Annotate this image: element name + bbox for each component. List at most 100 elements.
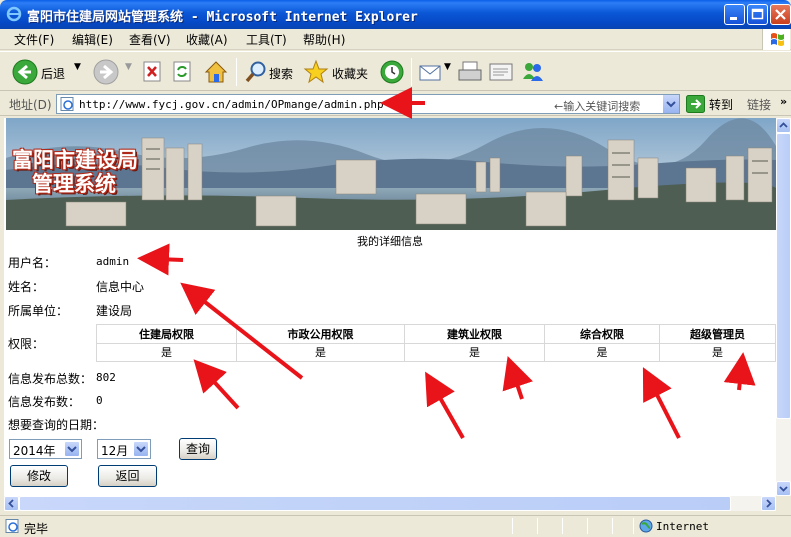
internet-zone-icon xyxy=(639,519,653,533)
permission-header: 住建局权限 xyxy=(96,324,237,344)
minimize-button[interactable] xyxy=(724,4,745,25)
page-icon xyxy=(60,97,74,111)
query-date-label: 想要查询的日期： xyxy=(8,418,105,432)
total-posts-value: 802 xyxy=(96,371,116,384)
permission-value: 是 xyxy=(96,342,237,362)
banner: 富阳市建设局 管理系统 xyxy=(6,118,776,230)
unit-label: 所属单位： xyxy=(8,304,69,318)
address-search-hint: ←输入关键词搜索 xyxy=(554,100,641,113)
menu-tools[interactable]: 工具(T) xyxy=(246,31,287,48)
permission-header: 建筑业权限 xyxy=(404,324,545,344)
address-bar: 地址(D) http://www.fycj.gov.cn/admin/OPman… xyxy=(0,92,791,116)
maximize-button[interactable] xyxy=(747,4,768,25)
username-label: 用户名： xyxy=(8,256,57,270)
edit-icon[interactable] xyxy=(488,61,514,83)
go-button[interactable]: 转到 xyxy=(709,96,733,113)
title-bar[interactable]: 富阳市住建局网站管理系统 - Microsoft Internet Explor… xyxy=(0,0,791,29)
menu-edit[interactable]: 编辑(E) xyxy=(72,31,113,48)
address-input[interactable]: http://www.fycj.gov.cn/admin/OPmange/adm… xyxy=(56,94,680,114)
menu-help[interactable]: 帮助(H) xyxy=(303,31,345,48)
back-button[interactable]: 后退 xyxy=(41,65,65,82)
banner-title-line2: 管理系统 xyxy=(32,171,116,196)
name-label: 姓名： xyxy=(8,280,45,294)
search-icon[interactable] xyxy=(244,60,268,84)
edit-button[interactable]: 修改 xyxy=(10,465,68,487)
favorites-star-icon[interactable] xyxy=(303,59,329,85)
page-done-icon xyxy=(5,519,19,533)
month-dropdown-icon[interactable] xyxy=(133,441,149,457)
permission-label: 权限： xyxy=(8,337,45,351)
status-text: 完毕 xyxy=(24,522,49,536)
section-title: 我的详细信息 xyxy=(357,235,423,248)
permission-header: 市政公用权限 xyxy=(236,324,405,344)
permission-value: 是 xyxy=(544,342,660,362)
posts-label: 信息发布数： xyxy=(8,395,81,409)
windows-logo-icon xyxy=(762,29,790,50)
vertical-scrollbar[interactable] xyxy=(776,118,791,496)
forward-arrow-icon[interactable] xyxy=(93,59,119,85)
month-select-value: 12月 xyxy=(101,444,129,458)
permission-table: 住建局权限 市政公用权限 建筑业权限 综合权限 超级管理员 是 是 是 是 是 xyxy=(96,324,776,362)
vertical-scroll-thumb[interactable] xyxy=(776,133,791,419)
address-dropdown-icon[interactable] xyxy=(662,95,679,113)
total-posts-label: 信息发布总数： xyxy=(8,372,93,386)
permission-value: 是 xyxy=(236,342,405,362)
stop-icon[interactable] xyxy=(143,61,163,83)
window-title: 富阳市住建局网站管理系统 - Microsoft Internet Explor… xyxy=(27,10,418,25)
permission-value: 是 xyxy=(404,342,545,362)
mail-dropdown-icon[interactable]: ▼ xyxy=(444,62,451,72)
ie-icon xyxy=(6,6,22,22)
go-arrow-icon[interactable] xyxy=(686,95,706,113)
mail-icon[interactable] xyxy=(418,60,444,84)
month-select[interactable]: 12月 xyxy=(97,439,151,459)
query-button[interactable]: 查询 xyxy=(179,438,217,460)
back-arrow-icon[interactable] xyxy=(12,59,38,85)
permission-value: 是 xyxy=(659,342,776,362)
history-icon[interactable] xyxy=(379,59,405,85)
menu-favorites[interactable]: 收藏(A) xyxy=(186,31,228,48)
scroll-down-icon[interactable] xyxy=(776,481,791,496)
favorites-button[interactable]: 收藏夹 xyxy=(332,65,368,82)
scroll-left-icon[interactable] xyxy=(4,496,19,511)
year-select-value: 2014年 xyxy=(13,444,56,458)
back-page-button[interactable]: 返回 xyxy=(98,465,157,487)
chevron-right-icon[interactable]: » xyxy=(780,95,787,108)
menu-bar: 文件(F) 编辑(E) 查看(V) 收藏(A) 工具(T) 帮助(H) xyxy=(0,29,791,50)
status-bar: 完毕 Internet xyxy=(0,515,791,536)
messenger-icon[interactable] xyxy=(520,59,546,85)
minimize-icon xyxy=(730,17,737,20)
banner-title-line1: 富阳市建设局 xyxy=(12,147,138,172)
refresh-icon[interactable] xyxy=(173,61,193,83)
scroll-up-icon[interactable] xyxy=(776,118,791,133)
page-viewport: 富阳市建设局 管理系统 我的详细信息 用户名： admin 姓名： 信息中心 所… xyxy=(4,118,776,496)
menu-file[interactable]: 文件(F) xyxy=(14,31,54,48)
unit-value: 建设局 xyxy=(96,304,133,318)
maximize-icon xyxy=(751,8,764,20)
print-icon[interactable] xyxy=(456,60,484,84)
horizontal-scrollbar[interactable] xyxy=(4,496,776,511)
permission-header-row: 住建局权限 市政公用权限 建筑业权限 综合权限 超级管理员 xyxy=(96,324,776,344)
address-url: http://www.fycj.gov.cn/admin/OPmange/adm… xyxy=(79,98,384,111)
search-button[interactable]: 搜索 xyxy=(269,65,293,82)
close-icon xyxy=(775,9,786,20)
menu-view[interactable]: 查看(V) xyxy=(129,31,171,48)
horizontal-scroll-thumb[interactable] xyxy=(19,496,731,511)
home-icon[interactable] xyxy=(203,59,229,85)
banner-title: 富阳市建设局 管理系统 xyxy=(12,148,138,196)
year-select[interactable]: 2014年 xyxy=(9,439,82,459)
close-button[interactable] xyxy=(770,4,791,25)
permission-header: 综合权限 xyxy=(544,324,660,344)
permission-value-row: 是 是 是 是 是 xyxy=(96,342,776,362)
year-dropdown-icon[interactable] xyxy=(64,441,80,457)
username-value: admin xyxy=(96,255,130,268)
posts-value: 0 xyxy=(96,394,103,407)
back-dropdown-icon[interactable]: ▼ xyxy=(74,62,81,72)
links-button[interactable]: 链接 xyxy=(747,96,771,113)
permission-header: 超级管理员 xyxy=(659,324,776,344)
toolbar: 后退 ▼ ▼ 搜索 收藏夹 ▼ xyxy=(0,51,791,91)
address-label: 地址(D) xyxy=(9,98,52,112)
security-zone: Internet xyxy=(656,520,709,533)
scroll-right-icon[interactable] xyxy=(761,496,776,511)
name-value: 信息中心 xyxy=(96,280,145,294)
forward-dropdown-icon[interactable]: ▼ xyxy=(125,62,132,72)
